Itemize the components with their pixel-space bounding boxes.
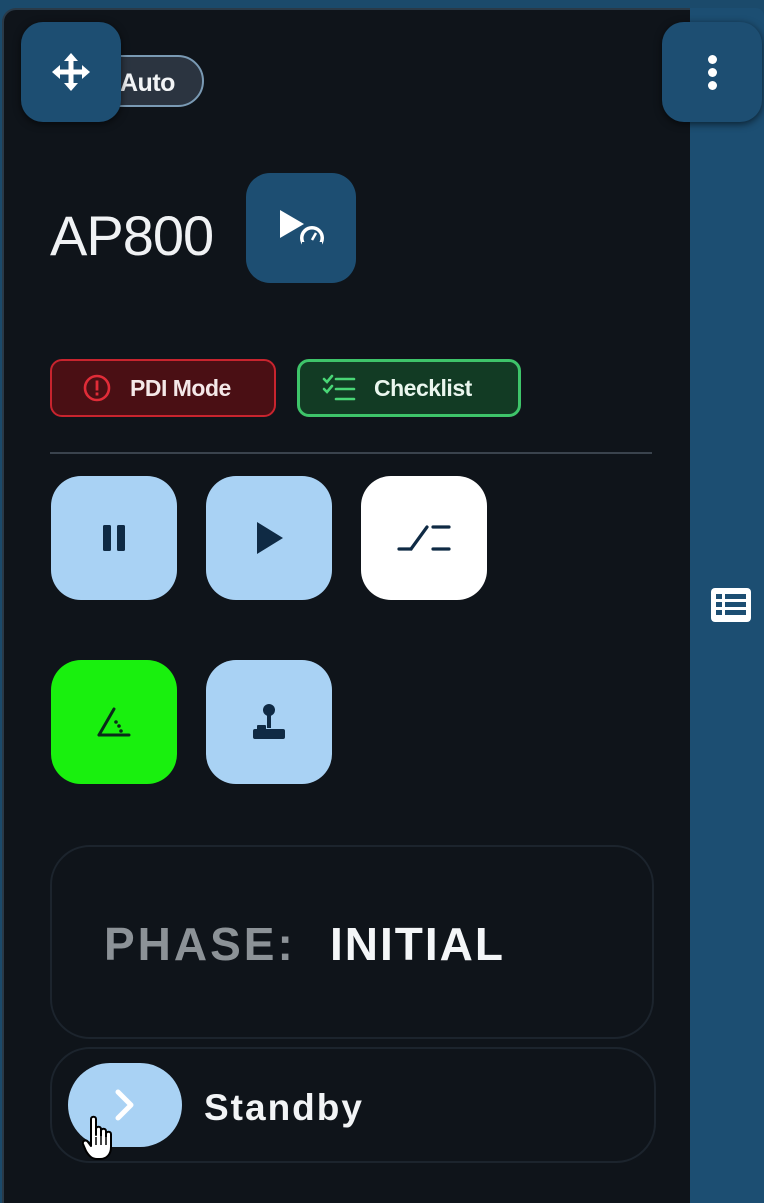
move-arrows-icon: [52, 53, 90, 91]
phase-value: INITIAL: [330, 918, 505, 970]
checklist-label: Checklist: [374, 374, 472, 401]
standby-label: Standby: [204, 1087, 364, 1128]
pause-button[interactable]: [51, 476, 177, 600]
pause-icon: [103, 525, 125, 551]
more-vertical-icon: [707, 51, 717, 94]
ramp-icon: [397, 525, 451, 551]
standby-row: Standby: [50, 1047, 656, 1163]
mode-pill-label: Auto: [120, 69, 175, 97]
joystick-button[interactable]: [206, 660, 332, 784]
alert-circle-icon: [82, 373, 112, 403]
play-icon: [257, 522, 283, 554]
phase-display: PHASE: INITIAL: [50, 845, 654, 1039]
more-menu-button[interactable]: [662, 22, 762, 122]
phase-label: PHASE:: [104, 918, 296, 970]
move-button[interactable]: [21, 22, 121, 122]
device-title: AP800: [50, 204, 214, 267]
list-table-icon[interactable]: [708, 585, 754, 625]
ramp-button[interactable]: [361, 476, 487, 600]
pdi-mode-button[interactable]: PDI Mode: [50, 359, 276, 417]
play-speedometer-icon: [280, 210, 324, 250]
section-divider: [50, 452, 652, 454]
hand-pointer-icon: [82, 1115, 112, 1160]
app-frame: Auto AP800 PDI Mode Checklist PHASE: INI…: [0, 0, 764, 1203]
angle-button[interactable]: [51, 660, 177, 784]
chevron-right-icon: [115, 1089, 134, 1121]
autopilot-button[interactable]: [246, 173, 356, 283]
joystick-icon: [253, 704, 285, 739]
play-button[interactable]: [206, 476, 332, 600]
pdi-mode-label: PDI Mode: [130, 374, 231, 401]
checklist-icon: [322, 373, 356, 403]
checklist-button[interactable]: Checklist: [297, 359, 521, 417]
angle-icon: [97, 707, 131, 737]
